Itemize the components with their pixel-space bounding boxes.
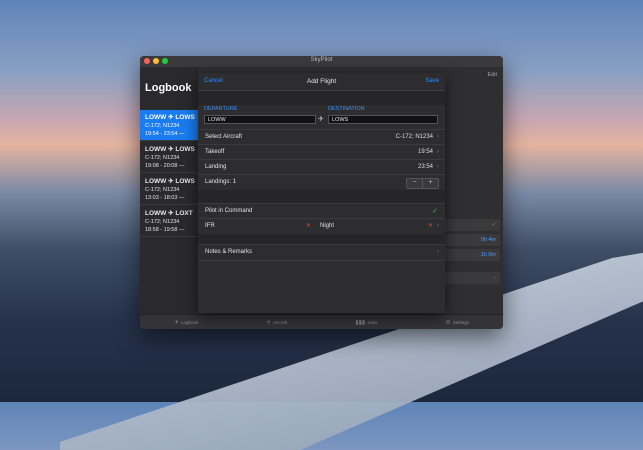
chevron-right-icon: › <box>437 164 439 170</box>
sheet-nav-bar: Cancel Add Flight Save <box>198 73 445 91</box>
flight-route: LOWW ✈ LOWS <box>145 177 198 185</box>
section-spacer <box>198 190 445 203</box>
chevron-right-icon: › <box>437 249 439 255</box>
section-spacer <box>198 234 445 244</box>
pilot-in-command-row[interactable]: Pilot in Command ✓ <box>198 203 445 219</box>
airplane-icon: ✈ <box>168 210 174 217</box>
landing-row[interactable]: Landing 23:54 › <box>198 159 445 175</box>
landings-row: Landings: 1 − + <box>198 174 445 190</box>
ifr-night-row: IFR ✕ Night ✕ › <box>198 218 445 234</box>
flight-route: LOWW ✈ LOXT <box>145 209 198 217</box>
detail-chevron-icon[interactable]: › <box>444 272 500 284</box>
takeoff-label: Takeoff <box>205 149 225 155</box>
chevron-right-icon: › <box>437 149 439 155</box>
increment-button[interactable]: + <box>423 179 438 188</box>
airplane-icon: ✈ <box>266 319 272 326</box>
logbook-sidebar: Logbook LOWW ✈ LOWS C-172; N1234 19:54 - 2… <box>140 67 198 315</box>
select-aircraft-label: Select Aircraft <box>205 134 243 140</box>
detail-duration-2: 1h 0m <box>444 249 500 261</box>
takeoff-value: 19:54 <box>417 149 433 155</box>
flight-route: LOWW ✈ LOWS <box>145 113 198 121</box>
tab-label: Stats <box>367 319 378 325</box>
edit-button[interactable]: Edit <box>488 72 497 78</box>
section-spacer <box>198 91 445 105</box>
flight-times: 18:58 - 19:58 — <box>145 227 185 233</box>
flight-aircraft: C-172; N1234 <box>145 155 180 161</box>
flight-aircraft: C-172; N1234 <box>145 123 180 129</box>
select-aircraft-row[interactable]: Select Aircraft C-172; N1234 › <box>198 129 445 145</box>
takeoff-row[interactable]: Takeoff 19:54 › <box>198 144 445 160</box>
landings-label: Landings: 1 <box>205 179 237 185</box>
flight-list-item[interactable]: LOWW ✈ LOXT C-172; N1234 18:58 - 19:58 — <box>140 206 198 237</box>
detail-check-icon: ✓ <box>444 219 500 231</box>
pic-label: Pilot in Command <box>205 208 253 214</box>
add-flight-sheet: Cancel Add Flight Save DEPARTURE DESTINA… <box>198 73 445 313</box>
flight-times: 19:08 - 20:08 — <box>145 163 185 169</box>
departure-field[interactable]: LOWW <box>204 115 316 124</box>
tab-aircraft[interactable]: ✈ Aircraft <box>266 319 287 326</box>
flight-from: LOWW <box>145 114 167 121</box>
airplane-icon: ✈ <box>168 114 174 121</box>
flight-route: LOWW ✈ LOWS <box>145 145 198 153</box>
checkmark-icon: ✓ <box>432 208 438 215</box>
destination-label: DESTINATION <box>328 106 365 112</box>
landings-stepper[interactable]: − + <box>406 178 439 189</box>
save-button[interactable]: Save <box>425 78 439 84</box>
flight-times: 19:54 - 23:54 — <box>145 131 185 137</box>
gear-icon: ⚙ <box>445 319 451 326</box>
flight-to: LOWS <box>175 146 195 153</box>
tab-label: Aircraft <box>273 319 288 325</box>
airplane-icon: ✈ <box>168 178 174 185</box>
night-label: Night <box>320 223 335 229</box>
flight-from: LOWW <box>145 146 167 153</box>
tab-bar: ✈ Logbook ✈ Aircraft ▮▮▮ Stats ⚙ Settings <box>140 314 503 329</box>
sheet-title: Add Flight <box>306 78 337 85</box>
tab-label: Settings <box>452 319 470 325</box>
flight-to: LOWS <box>175 114 195 121</box>
stats-icon: ▮▮▮ <box>355 319 366 326</box>
tab-label: Logbook <box>180 319 199 325</box>
tab-logbook[interactable]: ✈ Logbook <box>174 319 198 326</box>
night-cross-icon[interactable]: ✕ <box>428 219 433 234</box>
tab-settings[interactable]: ⚙ Settings <box>445 319 469 326</box>
logbook-title: Logbook <box>145 82 192 94</box>
flight-to: LOWS <box>175 178 195 185</box>
logbook-icon: ✈ <box>173 319 179 326</box>
flight-times: 13:03 - 18:03 — <box>145 195 185 201</box>
flight-aircraft: C-172; N1234 <box>145 219 180 225</box>
window-title: SkyPilot <box>310 57 333 63</box>
chevron-right-icon: › <box>437 223 439 229</box>
landing-value: 23:54 <box>417 164 433 170</box>
flight-list-item[interactable]: LOWW ✈ LOWS C-172; N1234 19:08 - 20:08 — <box>140 142 198 173</box>
decrement-button[interactable]: − <box>407 179 422 188</box>
flight-list-item[interactable]: LOWW ✈ LOWS C-172; N1234 13:03 - 18:03 — <box>140 174 198 205</box>
flight-from: LOWW <box>145 178 167 185</box>
flight-aircraft: C-172; N1234 <box>145 187 180 193</box>
airplane-icon: ✈ <box>168 146 174 153</box>
flight-list-item[interactable]: LOWW ✈ LOWS C-172; N1234 19:54 - 23:54 — <box>140 110 198 141</box>
select-aircraft-value: C-172; N1234 <box>395 134 433 140</box>
landing-label: Landing <box>205 164 227 170</box>
chevron-right-icon: › <box>437 134 439 140</box>
ifr-label: IFR <box>205 223 215 229</box>
departure-label: DEPARTURE <box>204 106 238 112</box>
destination-field[interactable]: LOWS <box>328 115 438 124</box>
ifr-cross-icon[interactable]: ✕ <box>306 219 311 234</box>
detail-duration-1: 0h 4m <box>444 234 500 246</box>
tab-stats[interactable]: ▮▮▮ Stats <box>355 319 377 326</box>
notes-remarks-row[interactable]: Notes & Remarks › <box>198 244 445 261</box>
airplane-icon: ✈ <box>318 116 324 123</box>
flight-to: LOXT <box>175 210 193 217</box>
flight-from: LOWW <box>145 210 167 217</box>
notes-label: Notes & Remarks <box>205 249 253 255</box>
